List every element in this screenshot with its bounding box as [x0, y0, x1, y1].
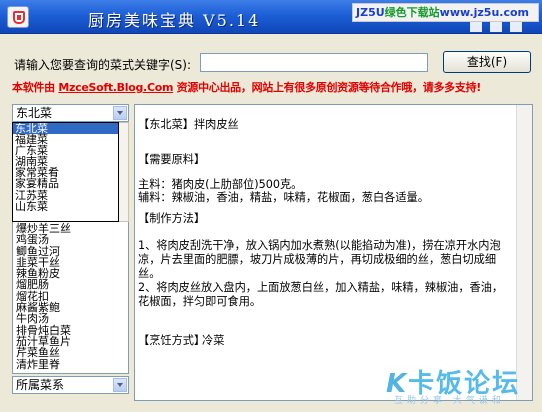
dish-list-item[interactable]: 鸡蛋汤: [13, 234, 128, 245]
dish-list-item[interactable]: 牛肉汤: [13, 313, 128, 324]
recipe-title: 【东北菜】拌肉皮丝: [138, 118, 239, 131]
search-button[interactable]: 查找(F): [443, 51, 531, 73]
category-dropdown-list[interactable]: 东北菜 福建菜 广东菜 湖南菜 家常菜肴 家宴精品 江苏菜 山东菜: [12, 122, 119, 222]
dish-list-item[interactable]: 清炸里脊: [13, 358, 128, 370]
notice-suffix: 资源中心出品，网站上有很多原创资源等待合作哦，请多多支持!: [173, 81, 482, 94]
cuisine-type-select[interactable]: 所属菜系: [12, 376, 129, 394]
search-label: 请输入您要查询的菜式关键字(S):: [14, 58, 192, 72]
brand-tagline: 绿色下载站: [384, 6, 440, 19]
brand-badge: JZ5U绿色下载站www.jz5u.com: [352, 3, 539, 22]
app-cup-icon[interactable]: [7, 6, 29, 28]
search-input[interactable]: [200, 53, 428, 72]
method-step-1: 1、将肉皮刮洗干净，放入锅内加水煮熟(以能掐动为准)，捞在凉开水内泡凉，片去里面…: [138, 239, 501, 280]
brand-name: JZ5U: [356, 6, 385, 19]
ingredients-aux: 辅料：辣椒油，香油，精盐，味精，花椒面，葱白各适量。: [138, 191, 429, 204]
chevron-down-icon[interactable]: [113, 106, 127, 120]
forum-watermark: K卡饭论坛 互助分享 大气谦和: [386, 361, 540, 409]
chevron-down-icon[interactable]: [113, 378, 127, 392]
notice-text: 本软件由 MzceSoft.Blog.Com 资源中心出品，网站上有很多原创资源…: [12, 79, 481, 95]
category-option[interactable]: 家宴精品: [13, 178, 118, 189]
category-option[interactable]: 山东菜: [13, 201, 118, 212]
content-scrollbar[interactable]: [516, 105, 532, 400]
close-icon: [510, 22, 522, 32]
section-cooking-style: 【烹饪方式】: [138, 334, 206, 347]
brand-url: www.jz5u.com: [439, 6, 529, 19]
category-select[interactable]: 东北菜: [12, 104, 129, 122]
method-step-2: 2、将肉皮丝放入盘内，上面放葱白丝，加入精盐，味精，辣椒油，香油，花椒面，拌匀即…: [138, 281, 504, 308]
watermark-subtitle: 互助分享 大气谦和: [394, 396, 505, 406]
cuisine-type-select-value: 所属菜系: [16, 378, 65, 392]
recipe-content-panel[interactable]: 【东北菜】拌肉皮丝 【需要原料】 主料：猪肉皮(上肋部位)500克。 辅料：辣椒…: [134, 104, 533, 401]
window-title: 厨房美味宝典 V5.14: [88, 11, 261, 30]
notice-prefix: 本软件由: [12, 81, 59, 94]
cooking-style-value: 冷菜: [202, 334, 225, 347]
category-select-value: 东北菜: [16, 106, 53, 120]
window-controls: [470, 22, 522, 32]
category-option[interactable]: 江苏菜: [13, 190, 118, 201]
dish-list-item[interactable]: 芹菜鱼丝: [13, 347, 128, 358]
section-ingredients: 【需要原料】: [138, 153, 206, 166]
ingredients-main: 主料：猪肉皮(上肋部位)500克。: [138, 178, 303, 191]
maximize-icon: [490, 22, 502, 32]
minimize-icon: [470, 22, 482, 32]
dropdown-scrollbar[interactable]: [119, 122, 129, 222]
notice-link[interactable]: MzceSoft.Blog.Com: [58, 81, 173, 94]
title-bar: 厨房美味宝典 V5.14 JZ5U绿色下载站www.jz5u.com: [0, 0, 542, 34]
section-method: 【制作方法】: [138, 212, 206, 225]
